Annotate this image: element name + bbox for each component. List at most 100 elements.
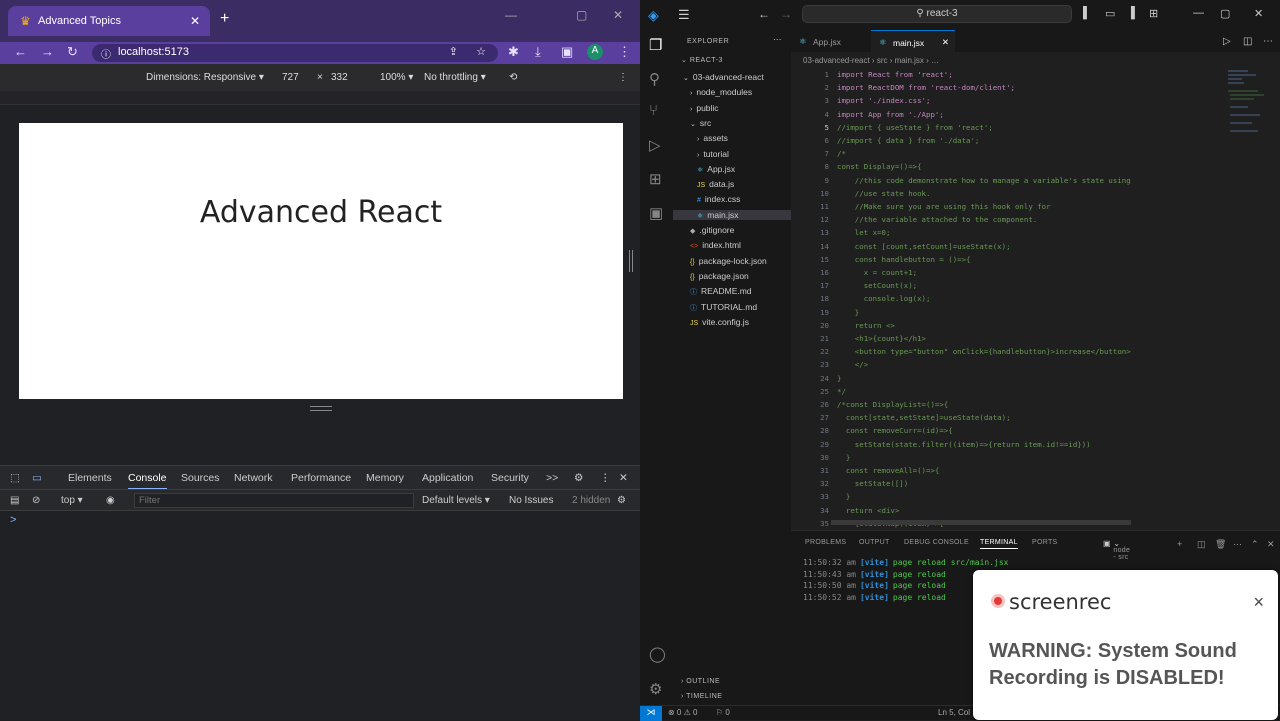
issues-button[interactable]: No Issues	[509, 495, 553, 506]
minimize-icon[interactable]: —	[505, 8, 517, 22]
file-tree-item[interactable]: ⚛ main.jsx	[673, 209, 791, 220]
tab-network[interactable]: Network	[234, 472, 273, 484]
panel-more-icon[interactable]: ⋯	[1233, 539, 1242, 550]
tab-application[interactable]: Application	[422, 472, 473, 484]
width-input[interactable]: 727	[282, 72, 299, 83]
file-tree-item[interactable]: # index.css	[697, 194, 740, 204]
sidepanel-icon[interactable]: ▣	[561, 44, 573, 60]
tab-memory[interactable]: Memory	[366, 472, 404, 484]
menu-icon[interactable]: ☰	[678, 7, 690, 23]
customize-layout-icon[interactable]: ⊞	[1149, 7, 1158, 20]
command-center-search[interactable]: ⚲ react-3	[802, 5, 1072, 23]
explorer-icon[interactable]: ❐	[649, 36, 662, 54]
extensions-icon[interactable]: ✱	[508, 44, 519, 60]
clear-console-icon[interactable]: ⊘	[32, 495, 40, 506]
file-tree-item[interactable]: ⓘ README.md	[690, 286, 752, 297]
forward-icon[interactable]: →	[41, 44, 54, 59]
search-view-icon[interactable]: ⚲	[649, 70, 660, 88]
file-tree-item[interactable]: › node_modules	[690, 87, 752, 97]
address-bar[interactable]: ⓘ localhost:5173 ⇪ ☆	[92, 44, 498, 62]
file-tree-item[interactable]: › tutorial	[697, 149, 729, 159]
minimap[interactable]	[1226, 68, 1266, 148]
file-tree-item[interactable]: ⚛ App.jsx	[697, 164, 735, 174]
file-tree-item[interactable]: ⓘ TUTORIAL.md	[690, 302, 757, 313]
console-filter-input[interactable]	[134, 493, 414, 508]
close-panel-icon[interactable]: ✕	[1267, 539, 1275, 550]
browser-tab[interactable]: ♛ Advanced Topics ✕	[8, 6, 210, 36]
resize-handle-right[interactable]	[629, 250, 633, 272]
vs-maximize-icon[interactable]: ▢	[1220, 7, 1230, 20]
file-tree-item[interactable]: {} package.json	[690, 271, 749, 281]
devtools-close-icon[interactable]: ✕	[619, 472, 628, 484]
file-tree-item[interactable]: <> index.html	[690, 240, 741, 250]
explorer-more-icon[interactable]: ⋯	[773, 34, 782, 45]
profile-avatar[interactable]: A	[587, 44, 603, 60]
file-tree-item[interactable]: JS vite.config.js	[690, 317, 749, 327]
more-tabs-icon[interactable]: >>	[546, 472, 558, 484]
timeline-section[interactable]: › TIMELINE	[681, 693, 722, 700]
tab-terminal[interactable]: TERMINAL	[980, 539, 1018, 549]
extensions-view-icon[interactable]: ⊞	[649, 170, 662, 188]
tab-app-jsx[interactable]: ⚛ App.jsx	[791, 30, 871, 52]
outline-section[interactable]: › OUTLINE	[681, 678, 720, 685]
tab-output[interactable]: OUTPUT	[859, 539, 890, 546]
tab-close-icon[interactable]: ✕	[942, 37, 949, 48]
sidebar-toggle-icon[interactable]: ▤	[10, 495, 19, 506]
ports-status[interactable]: ⚐ 0	[716, 708, 730, 717]
file-tree-item[interactable]: {} package-lock.json	[690, 256, 767, 266]
editor-more-icon[interactable]: ⋯	[1263, 36, 1273, 47]
workspace-title[interactable]: ⌄ REACT-3	[681, 56, 723, 64]
dimensions-select[interactable]: Dimensions: Responsive ▾	[146, 72, 264, 83]
inspect-icon[interactable]: ⬚	[10, 472, 20, 484]
horizontal-scrollbar[interactable]	[831, 520, 1131, 525]
nav-back-icon[interactable]: ←	[758, 7, 770, 21]
resize-handle-bottom[interactable]	[310, 406, 332, 411]
vs-close-icon[interactable]: ✕	[1254, 7, 1263, 20]
run-icon[interactable]: ▷	[1223, 36, 1231, 47]
live-expression-icon[interactable]: ◉	[106, 495, 115, 506]
file-tree-item[interactable]: › assets	[697, 133, 728, 143]
devtools-menu-icon[interactable]: ⋮	[600, 472, 611, 484]
tab-security[interactable]: Security	[491, 472, 529, 484]
file-tree-item[interactable]: JS data.js	[697, 179, 734, 189]
rotate-icon[interactable]: ⟲	[509, 72, 517, 83]
vs-minimize-icon[interactable]: —	[1193, 7, 1204, 19]
log-levels-select[interactable]: Default levels ▾	[422, 495, 490, 506]
split-terminal-icon[interactable]: ◫	[1197, 539, 1206, 550]
account-icon[interactable]: ◯	[649, 645, 666, 663]
new-terminal-icon[interactable]: +	[1177, 539, 1183, 549]
tab-main-jsx[interactable]: ⚛ main.jsx ✕	[871, 30, 955, 52]
site-info-icon[interactable]: ⓘ	[101, 46, 111, 61]
reload-icon[interactable]: ↻	[67, 44, 78, 60]
tab-console[interactable]: Console	[128, 472, 167, 490]
device-more-icon[interactable]: ⋮	[618, 72, 628, 83]
close-window-icon[interactable]: ✕	[613, 8, 623, 22]
height-input[interactable]: 332	[331, 72, 348, 83]
tab-problems[interactable]: PROBLEMS	[805, 539, 846, 546]
file-tree-item[interactable]: ⌄ 03-advanced-react	[683, 72, 764, 82]
run-debug-icon[interactable]: ▷	[649, 136, 661, 154]
kill-terminal-icon[interactable]: 🗑	[1215, 539, 1227, 550]
layout-secondary-icon[interactable]: ▐	[1127, 7, 1135, 19]
new-tab-button[interactable]: +	[220, 10, 229, 28]
bookmark-star-icon[interactable]: ☆	[476, 45, 486, 58]
remote-explorer-icon[interactable]: ▣	[649, 204, 663, 222]
device-toggle-icon[interactable]: ▭	[32, 472, 42, 484]
file-tree-item[interactable]: ◆ .gitignore	[690, 225, 734, 235]
context-select[interactable]: top ▾	[61, 495, 83, 506]
maximize-panel-icon[interactable]: ⌃	[1251, 539, 1259, 550]
tab-sources[interactable]: Sources	[181, 472, 220, 484]
share-icon[interactable]: ⇪	[449, 45, 458, 58]
console-settings-icon[interactable]: ⚙	[617, 495, 626, 506]
file-tree-item[interactable]: › public	[690, 103, 719, 113]
zoom-select[interactable]: 100% ▾	[380, 72, 413, 83]
back-icon[interactable]: ←	[14, 44, 27, 59]
browser-menu-icon[interactable]: ⋮	[618, 44, 631, 60]
console-prompt[interactable]: >	[10, 514, 16, 526]
terminal-selector[interactable]: ▣ node - src ⌄	[1103, 539, 1130, 561]
devtools-settings-icon[interactable]: ⚙	[574, 472, 583, 484]
split-editor-icon[interactable]: ◫	[1243, 36, 1252, 47]
remote-indicator-icon[interactable]: ⋊	[640, 706, 662, 721]
source-control-icon[interactable]: ⑂	[649, 102, 658, 119]
nav-forward-icon[interactable]: →	[780, 7, 792, 21]
